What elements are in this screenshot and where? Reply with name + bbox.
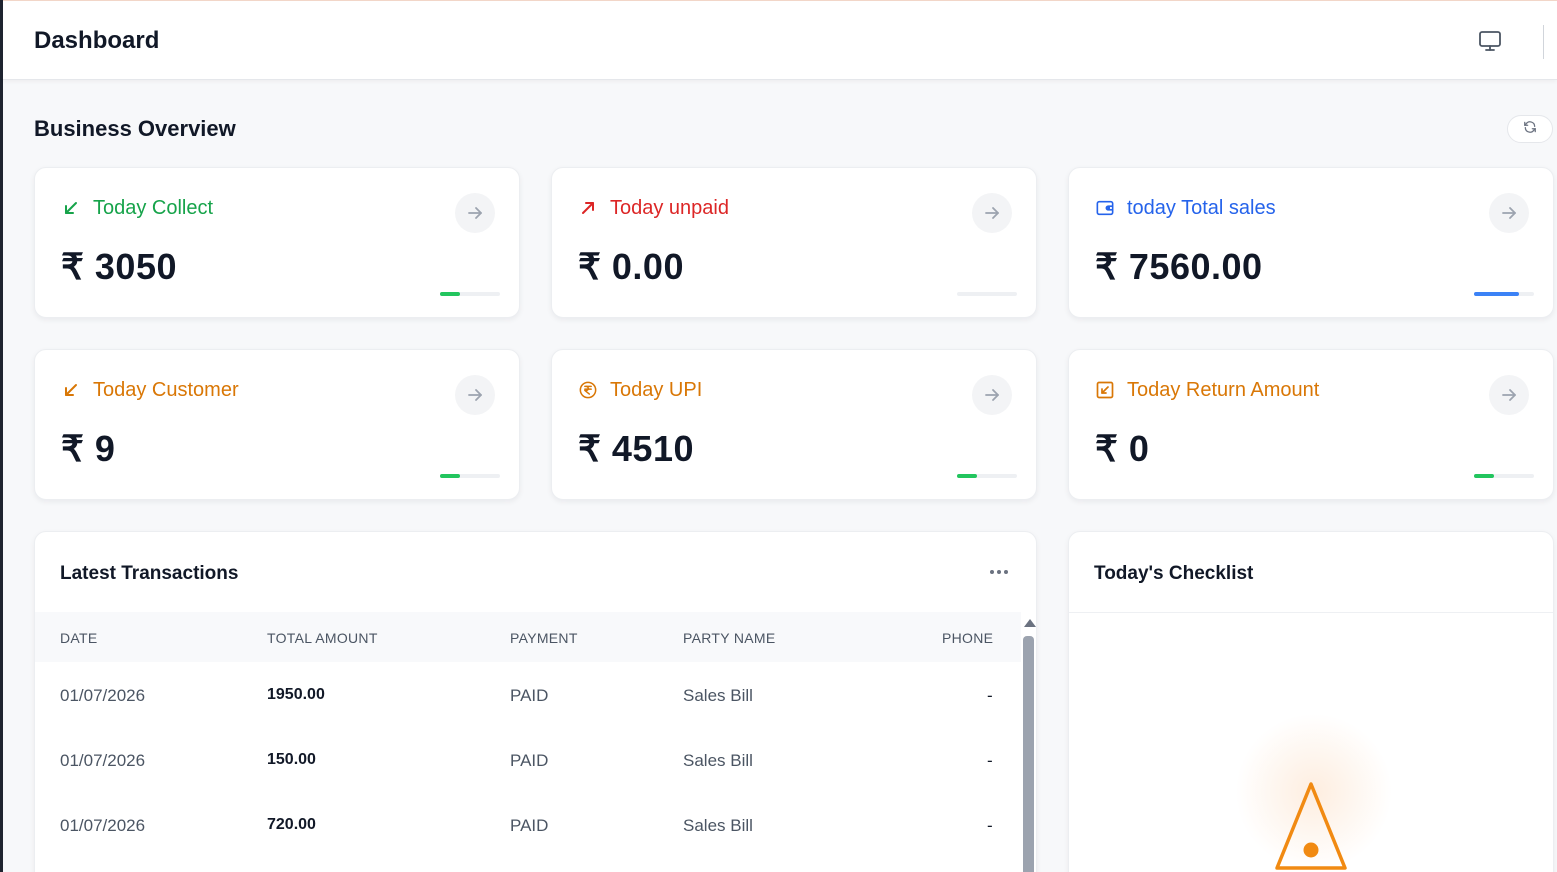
latest-transactions-panel: Latest Transactions DATE TOTAL AMOUNT PA… bbox=[34, 531, 1037, 872]
cell-party: Sales Bill bbox=[683, 686, 753, 705]
arrow-right-icon[interactable] bbox=[455, 375, 495, 415]
table-row[interactable]: 01/07/2026 150.00 PAID Sales Bill - bbox=[35, 729, 1021, 794]
stat-card-value: ₹ 9 bbox=[61, 428, 116, 469]
header-divider bbox=[1543, 25, 1544, 59]
column-header-payment[interactable]: PAYMENT bbox=[510, 630, 578, 646]
cell-phone: - bbox=[987, 816, 993, 835]
divider bbox=[1069, 612, 1553, 613]
cell-amount: 150.00 bbox=[267, 751, 316, 768]
column-header-date[interactable]: DATE bbox=[60, 630, 98, 646]
progress-fill bbox=[440, 474, 460, 478]
progress-fill bbox=[440, 292, 460, 296]
stat-card-label: Today Return Amount bbox=[1127, 379, 1320, 401]
stat-card-today-customer[interactable]: Today Customer ₹ 9 bbox=[34, 349, 520, 500]
cell-payment: PAID bbox=[510, 816, 549, 835]
cell-date: 01/07/2026 bbox=[60, 686, 146, 705]
progress-fill bbox=[957, 474, 977, 478]
wallet-icon bbox=[1096, 199, 1114, 217]
stat-card-today-collect[interactable]: Today Collect ₹ 3050 bbox=[34, 167, 520, 318]
stat-card-label: Today Customer bbox=[93, 379, 239, 401]
cell-date: 01/07/2026 bbox=[60, 751, 146, 770]
progress-track bbox=[957, 474, 1017, 478]
progress-track bbox=[1474, 292, 1534, 296]
arrow-right-icon[interactable] bbox=[972, 193, 1012, 233]
scroll-up-arrow-icon[interactable] bbox=[1024, 619, 1036, 627]
progress-fill bbox=[1474, 292, 1519, 296]
cell-phone: - bbox=[987, 751, 993, 770]
cell-amount: 1950.00 bbox=[267, 686, 325, 703]
progress-fill bbox=[1474, 474, 1494, 478]
panel-title: Today's Checklist bbox=[1094, 563, 1254, 584]
stat-card-value: ₹ 3050 bbox=[61, 246, 177, 287]
table-row[interactable]: 01/07/2026 1950.00 PAID Sales Bill - bbox=[35, 664, 1021, 729]
stat-card-today-unpaid[interactable]: Today unpaid ₹ 0.00 bbox=[551, 167, 1037, 318]
stat-card-today-return-amount[interactable]: Today Return Amount ₹ 0 bbox=[1068, 349, 1554, 500]
stat-card-value: ₹ 7560.00 bbox=[1095, 246, 1263, 287]
table-scrollbar[interactable] bbox=[1021, 612, 1036, 872]
progress-track bbox=[1474, 474, 1534, 478]
column-header-party-name[interactable]: PARTY NAME bbox=[683, 630, 775, 646]
todays-checklist-panel: Today's Checklist bbox=[1068, 531, 1554, 872]
panel-title: Latest Transactions bbox=[60, 563, 239, 584]
arrow-right-icon[interactable] bbox=[1489, 193, 1529, 233]
cell-phone: - bbox=[987, 686, 993, 705]
stat-card-value: ₹ 0.00 bbox=[578, 246, 684, 287]
stat-card-label: Today UPI bbox=[610, 379, 703, 401]
rupee-circle-icon bbox=[579, 381, 597, 399]
arrow-down-left-icon bbox=[62, 381, 80, 399]
page-title: Dashboard bbox=[34, 27, 160, 54]
scroll-thumb[interactable] bbox=[1023, 636, 1034, 872]
progress-track bbox=[957, 292, 1017, 296]
arrow-up-right-icon bbox=[579, 199, 597, 217]
cell-date: 01/07/2026 bbox=[60, 816, 146, 835]
arrow-right-icon[interactable] bbox=[972, 375, 1012, 415]
cell-party: Sales Bill bbox=[683, 816, 753, 835]
stat-card-label: Today unpaid bbox=[610, 197, 729, 219]
cell-amount: 720.00 bbox=[267, 816, 316, 833]
monitor-icon[interactable] bbox=[1476, 27, 1504, 55]
cell-payment: PAID bbox=[510, 751, 549, 770]
cell-payment: PAID bbox=[510, 686, 549, 705]
return-box-icon bbox=[1096, 381, 1114, 399]
refresh-icon bbox=[1523, 120, 1537, 139]
arrow-down-left-icon bbox=[62, 199, 80, 217]
cell-party: Sales Bill bbox=[683, 751, 753, 770]
stat-card-today-upi[interactable]: Today UPI ₹ 4510 bbox=[551, 349, 1037, 500]
stat-card-value: ₹ 0 bbox=[1095, 428, 1150, 469]
arrow-right-icon[interactable] bbox=[455, 193, 495, 233]
header-bar: Dashboard bbox=[3, 1, 1557, 80]
stat-card-value: ₹ 4510 bbox=[578, 428, 694, 469]
more-options-icon[interactable] bbox=[983, 560, 1015, 584]
progress-track bbox=[440, 474, 500, 478]
progress-track bbox=[440, 292, 500, 296]
arrow-right-icon[interactable] bbox=[1489, 375, 1529, 415]
table-row[interactable]: 01/07/2026 720.00 PAID Sales Bill - bbox=[35, 794, 1021, 859]
stat-card-label: Today Collect bbox=[93, 197, 214, 219]
stat-card-today-total-sales[interactable]: today Total sales ₹ 7560.00 bbox=[1068, 167, 1554, 318]
table-header: DATE TOTAL AMOUNT PAYMENT PARTY NAME PHO… bbox=[35, 612, 1021, 662]
section-title-business-overview: Business Overview bbox=[34, 116, 236, 141]
column-header-total-amount[interactable]: TOTAL AMOUNT bbox=[267, 630, 378, 646]
left-window-edge bbox=[0, 0, 3, 872]
column-header-phone[interactable]: PHONE bbox=[942, 630, 993, 646]
warning-icon bbox=[1273, 780, 1349, 872]
stat-card-label: today Total sales bbox=[1127, 197, 1276, 219]
refresh-button[interactable] bbox=[1507, 115, 1553, 143]
